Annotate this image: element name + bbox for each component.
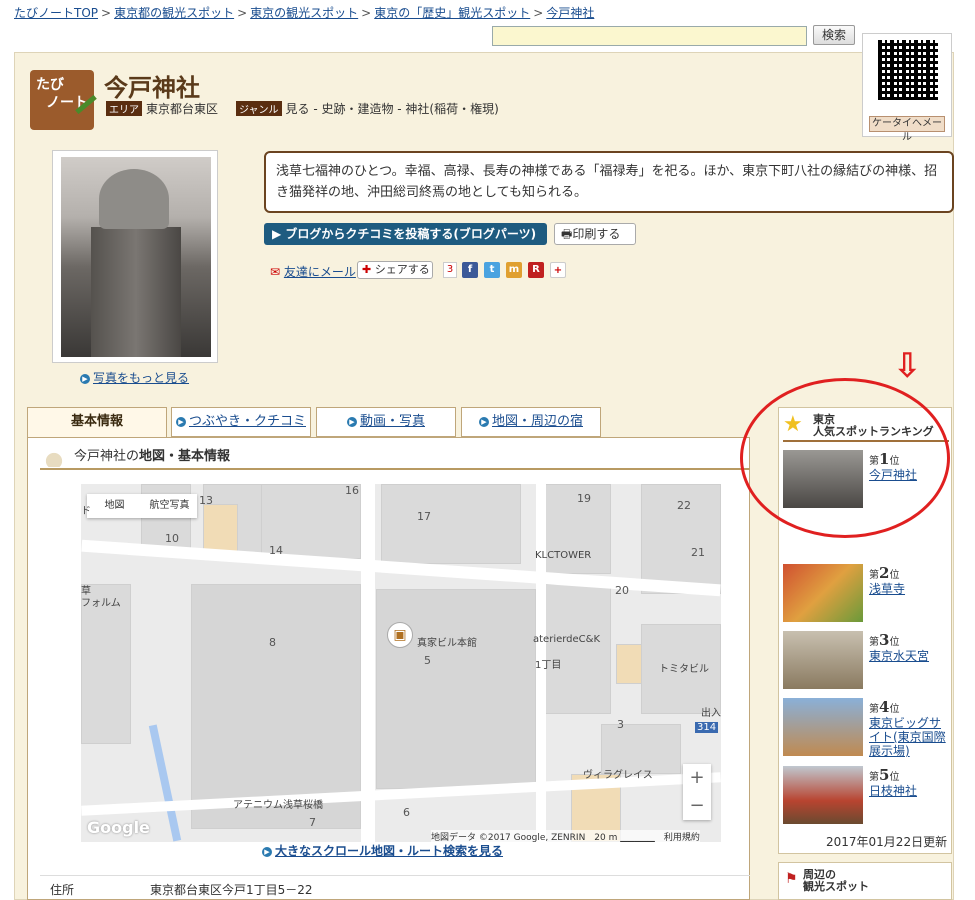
facebook-icon[interactable]: f [462, 262, 478, 278]
ranking-item[interactable]: 第4位 東京ビッグサイト(東京国際展示場) [783, 698, 949, 764]
breadcrumb-history[interactable]: 東京の「歴史」観光スポット [374, 6, 530, 20]
area-tag: エリア [106, 101, 142, 116]
print-button[interactable]: 🖶印刷する [554, 223, 636, 245]
nearby-heading: 周辺の 観光スポット [803, 868, 869, 893]
spot-photo [61, 157, 211, 357]
zoom-in-button[interactable]: + [683, 764, 711, 792]
ranking-item[interactable]: 第3位 東京水天宮 [783, 631, 949, 697]
mobile-mail-button[interactable]: ケータイへメール [869, 116, 945, 143]
mail-friend-link[interactable]: ✉ 友達にメール [270, 263, 356, 280]
ranking-item[interactable]: 第5位 日枝神社 [783, 766, 949, 832]
zoom-out-button[interactable]: − [683, 792, 711, 820]
share-count: 3 [443, 262, 457, 278]
envelope-icon: ✉ [270, 265, 281, 279]
share-button[interactable]: ✚ シェアする [357, 261, 433, 279]
breadcrumb-tokyo-pref[interactable]: 東京都の観光スポット [114, 6, 234, 20]
address-value: 東京都台東区今戸1丁目5－22 [150, 883, 313, 897]
genre-value: 見る - 史跡・建造物 - 神社(稲荷・権現) [285, 102, 499, 116]
page-title: 今戸神社 [104, 74, 200, 102]
printer-icon: 🖶 [561, 227, 573, 241]
breadcrumb-tokyo[interactable]: 東京の観光スポット [250, 6, 358, 20]
red-arrow-annotation: ⇩ [893, 346, 922, 386]
ranking-thumb [783, 631, 863, 689]
zoom-control[interactable]: + − [683, 764, 711, 820]
area-info: エリア 東京都台東区 [106, 100, 218, 117]
ranking-updated: 2017年01月22日更新 [826, 835, 948, 849]
ranking-thumb [783, 698, 863, 756]
rakuten-icon[interactable]: R [528, 262, 544, 278]
breadcrumb-current[interactable]: 今戸神社 [546, 6, 594, 20]
play-icon: ▶ [80, 373, 90, 384]
genre-info: ジャンル 見る - 史跡・建造物 - 神社(稲荷・権現) [236, 100, 499, 117]
map-type-map[interactable]: 地図 [87, 494, 142, 518]
qr-box: ケータイへメール [862, 33, 952, 143]
search-input[interactable] [492, 26, 807, 46]
google-map[interactable]: 地図 航空写真 ド 13 16 19 22 10 17 14 21 KLCTOWE… [81, 484, 721, 842]
big-map-link[interactable]: ▶ 大きなスクロール地図・ルート検索を見る [262, 842, 503, 859]
ranking-thumb [783, 564, 863, 622]
mixi-icon[interactable]: m [506, 262, 522, 278]
ranking-item[interactable]: 第2位 浅草寺 [783, 564, 949, 630]
red-circle-annotation [740, 378, 950, 538]
address-label: 住所 [50, 883, 75, 897]
map-type-satellite[interactable]: 航空写真 [142, 494, 197, 518]
google-logo: Google [87, 818, 150, 837]
tabinote-logo: たび ノート [30, 70, 94, 130]
share-icon: ✚ [362, 263, 372, 276]
map-pin-icon[interactable]: ▣ [387, 622, 413, 648]
map-type-toggle[interactable]: 地図 航空写真 [87, 494, 197, 518]
spot-description: 浅草七福神のひとつ。幸福、高禄、長寿の神様である「福禄寿」を祀る。ほか、東京下町… [264, 151, 954, 213]
tab-videos[interactable]: ▶ 動画・写真 [316, 407, 456, 437]
map-credit[interactable]: 地図データ ©2017 Google, ZENRIN 20 m ▁▁▁▁▁ 利用… [431, 830, 700, 842]
nearby-spots: ⚑ 周辺の 観光スポット [778, 862, 952, 900]
breadcrumb: たびノートTOP > 東京都の観光スポット > 東京の観光スポット > 東京の「歴史」観光ス… [14, 6, 595, 20]
panel-heading: 今戸神社の地図・基本情報 [74, 449, 231, 464]
ranking-thumb [783, 766, 863, 824]
tab-map-hotels[interactable]: ▶ 地図・周辺の宿 [461, 407, 601, 437]
flag-icon: ⚑ [785, 871, 798, 887]
search-button[interactable]: 検索 [813, 25, 855, 45]
blog-post-button[interactable]: ▶ ブログからクチコミを投稿する(ブログパーツ) [264, 223, 547, 245]
breadcrumb-top[interactable]: たびノートTOP [14, 6, 98, 20]
twitter-icon[interactable]: t [484, 262, 500, 278]
tab-tweets[interactable]: ▶ つぶやき・クチコミ [171, 407, 311, 437]
qr-code-icon [878, 40, 938, 100]
spot-photo-frame[interactable] [52, 150, 218, 363]
genre-tag: ジャンル [236, 101, 282, 116]
tab-basic-info[interactable]: 基本情報 [27, 407, 167, 439]
more-photos-link[interactable]: ▶ 写真をもっと見る [80, 369, 189, 386]
plus-icon[interactable]: + [550, 262, 566, 278]
area-value: 東京都台東区 [146, 102, 219, 116]
